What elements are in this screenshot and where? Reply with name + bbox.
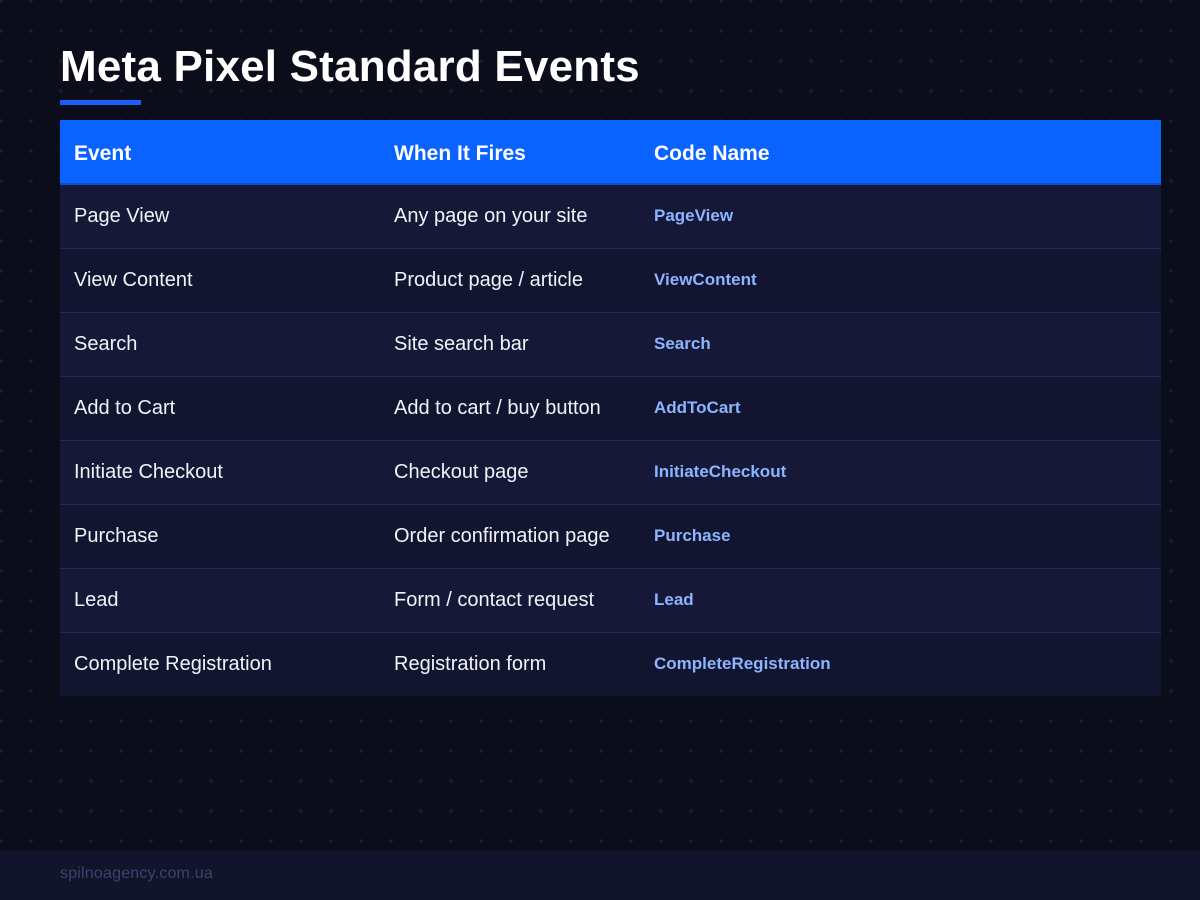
header-when-it-fires: When It Fires bbox=[394, 142, 526, 165]
event-name: Purchase bbox=[74, 525, 159, 547]
table-row: Page View Any page on your site PageView bbox=[60, 185, 1161, 249]
event-code-name: PageView bbox=[654, 205, 734, 225]
event-code-name: Search bbox=[654, 333, 711, 353]
event-trigger: Checkout page bbox=[394, 461, 529, 483]
page-title: Meta Pixel Standard Events bbox=[60, 42, 640, 91]
event-code-name: AddToCart bbox=[654, 397, 741, 417]
event-name: Page View bbox=[74, 205, 170, 227]
header-event: Event bbox=[74, 142, 132, 165]
event-code-name: Purchase bbox=[654, 525, 731, 545]
event-name: Complete Registration bbox=[74, 653, 272, 675]
event-code-name: InitiateCheckout bbox=[654, 461, 787, 481]
table-row: Complete Registration Registration form Co… bbox=[60, 633, 1161, 696]
event-trigger: Form / contact request bbox=[394, 589, 595, 611]
table-row: Purchase Order confirmation page Purchase bbox=[60, 505, 1161, 569]
event-trigger: Product page / article bbox=[394, 269, 583, 291]
event-name: Add to Cart bbox=[74, 397, 176, 419]
footer-website: spilnoagency.com.ua bbox=[60, 865, 213, 882]
event-code-name: Lead bbox=[654, 589, 694, 609]
event-code-name: CompleteRegistration bbox=[654, 653, 831, 673]
table-row: Add to Cart Add to cart / buy button AddTo… bbox=[60, 377, 1161, 441]
table-row: Search Site search bar Search bbox=[60, 313, 1161, 377]
table-row: View Content Product page / article ViewCo… bbox=[60, 249, 1161, 313]
event-name: View Content bbox=[74, 269, 193, 291]
event-trigger: Site search bar bbox=[394, 333, 529, 355]
event-name: Lead bbox=[74, 589, 119, 611]
table-header: Event When It Fires Code Name bbox=[60, 120, 1161, 185]
title-underline bbox=[60, 100, 141, 105]
events-table: Event When It Fires Code Name Page View A… bbox=[60, 120, 1161, 696]
footer: spilnoagency.com.ua bbox=[0, 851, 1200, 900]
table-row: Lead Form / contact request Lead bbox=[60, 569, 1161, 633]
event-code-name: ViewContent bbox=[654, 269, 757, 289]
event-trigger: Any page on your site bbox=[394, 205, 588, 227]
event-name: Search bbox=[74, 333, 138, 355]
event-trigger: Order confirmation page bbox=[394, 525, 610, 547]
table-row: Initiate Checkout Checkout page InitiateCh… bbox=[60, 441, 1161, 505]
table-body: Page View Any page on your site PageView Vi… bbox=[60, 185, 1161, 696]
event-trigger: Registration form bbox=[394, 653, 547, 675]
header-code-name: Code Name bbox=[654, 142, 770, 165]
event-name: Initiate Checkout bbox=[74, 461, 223, 483]
event-trigger: Add to cart / buy button bbox=[394, 397, 601, 419]
